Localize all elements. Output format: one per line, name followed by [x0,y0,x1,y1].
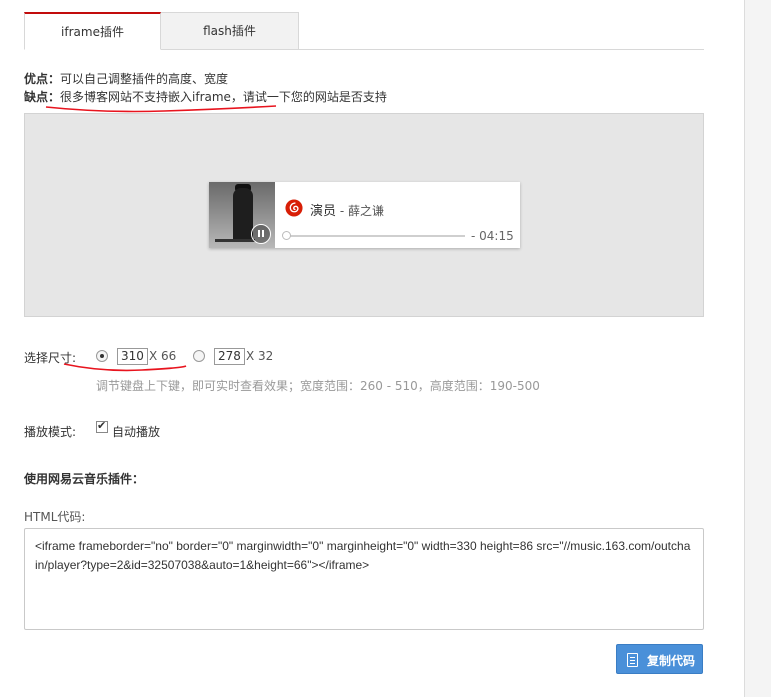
copy-icon [627,653,638,667]
pause-icon[interactable] [251,224,271,244]
song-title: 演员 [310,204,337,219]
scrollbar-gutter[interactable] [744,0,771,697]
cons-line: 缺点：很多博客网站不支持嵌入iframe，请试一下您的网站是否支持 [24,88,387,105]
progress-knob[interactable] [282,231,291,240]
tab-flash[interactable]: flash插件 [161,12,299,50]
size-option-2-radio[interactable] [193,350,205,362]
tab-iframe[interactable]: iframe插件 [24,12,161,50]
html-code-textarea[interactable]: <iframe frameborder="no" border="0" marg… [24,528,704,630]
music-player: 演员 - 薛之谦 - 04:15 [209,182,520,248]
size-option-2-height: X 32 [246,349,274,363]
html-code-label: HTML代码: [24,510,86,524]
cons-text: 很多博客网站不支持嵌入iframe，请试一下您的网站是否支持 [60,90,387,104]
copy-code-button[interactable]: 复制代码 [616,644,703,674]
player-preview: 演员 - 薛之谦 - 04:15 [24,113,704,317]
plugin-section-title: 使用网易云音乐插件： [24,472,145,486]
autoplay-checkbox[interactable] [96,419,108,433]
song-artist: 薛之谦 [347,204,384,218]
pros-line: 优点：可以自己调整插件的高度、宽度 [24,70,228,87]
album-cover [209,182,275,248]
size-hint: 调节键盘上下键，即可实时查看效果；宽度范围：260 - 510，高度范围：190… [96,379,540,393]
size-option-2-width[interactable]: 278 [214,348,245,365]
cons-label: 缺点： [24,90,61,104]
annotation-underline-size [63,363,187,372]
song-time: - 04:15 [471,229,514,243]
plugin-tabs: iframe插件 flash插件 [24,12,704,50]
progress-bar[interactable] [285,235,465,237]
play-mode-label: 播放模式: [24,425,77,439]
copy-code-label: 复制代码 [647,654,696,668]
song-info: 演员 - 薛之谦 [310,200,384,219]
autoplay-label[interactable]: 自动播放 [112,423,160,440]
song-separator: - [336,204,348,218]
pros-label: 优点： [24,72,61,86]
netease-music-icon [285,199,303,217]
pros-text: 可以自己调整插件的高度、宽度 [60,72,229,86]
